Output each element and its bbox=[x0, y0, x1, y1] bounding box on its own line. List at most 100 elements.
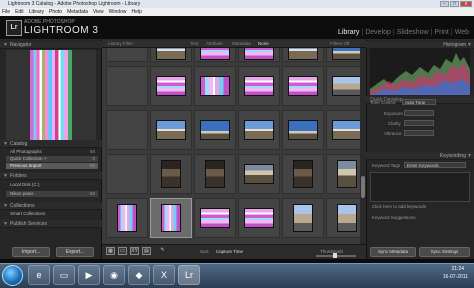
grid-cell[interactable] bbox=[282, 198, 324, 238]
collapse-triangle-icon[interactable]: ▼ bbox=[467, 41, 472, 49]
grid-cell[interactable] bbox=[238, 110, 280, 150]
grid-cell[interactable] bbox=[238, 198, 280, 238]
grid-cell[interactable] bbox=[150, 48, 192, 62]
menu-window[interactable]: Window bbox=[109, 8, 127, 16]
collapse-triangle-icon[interactable]: ▼ bbox=[3, 172, 8, 180]
media-player-icon[interactable]: ▶ bbox=[78, 265, 100, 285]
module-print[interactable]: Print bbox=[433, 29, 449, 36]
collapse-triangle-icon[interactable]: ▼ bbox=[3, 220, 8, 228]
grid-cell[interactable] bbox=[106, 154, 148, 194]
collapse-triangle-icon[interactable]: ▼ bbox=[3, 202, 8, 210]
import-button[interactable]: Import... bbox=[12, 247, 50, 257]
folders-header[interactable]: ▼ Folders bbox=[0, 172, 102, 180]
collapse-triangle-icon[interactable]: ▼ bbox=[3, 41, 8, 49]
module-develop[interactable]: Develop bbox=[364, 29, 392, 36]
start-button[interactable] bbox=[2, 265, 23, 286]
grid-cell[interactable] bbox=[150, 110, 192, 150]
grid-cell[interactable] bbox=[194, 110, 236, 150]
folder-item-nikon[interactable]: Nikon panis 50 bbox=[6, 191, 98, 197]
grid-cell[interactable] bbox=[106, 66, 148, 106]
grid-cell[interactable] bbox=[106, 48, 148, 62]
grid-cell-selected[interactable] bbox=[150, 198, 192, 238]
minimize-button[interactable]: – bbox=[440, 1, 449, 7]
lightroom-task-icon[interactable]: Lr bbox=[178, 265, 200, 285]
add-keywords-hint[interactable]: Click here to add keywords bbox=[372, 204, 426, 209]
grid-cell[interactable] bbox=[106, 110, 148, 150]
ie-icon[interactable]: e bbox=[28, 265, 50, 285]
menu-photo[interactable]: Photo bbox=[49, 8, 62, 16]
filter-text[interactable]: Text bbox=[190, 40, 198, 48]
grid-cell[interactable] bbox=[282, 66, 324, 106]
survey-view-icon[interactable]: ▤ bbox=[142, 247, 151, 255]
folder-item-local-disk[interactable]: Local Disk (C:) bbox=[6, 182, 98, 188]
histogram-header[interactable]: Histogram ▼ bbox=[366, 41, 474, 49]
catalog-item-quick-collection[interactable]: Quick Collection +0 bbox=[6, 156, 98, 162]
sort-dropdown[interactable]: Capture Time bbox=[216, 249, 243, 254]
collapse-triangle-icon[interactable]: ▼ bbox=[3, 140, 8, 148]
compare-view-icon[interactable]: XY bbox=[130, 247, 139, 255]
menu-edit[interactable]: Edit bbox=[15, 8, 24, 16]
auto-tone-button[interactable]: Auto Tone bbox=[402, 99, 436, 105]
maximize-button[interactable]: □ bbox=[450, 1, 459, 7]
module-web[interactable]: Web bbox=[454, 29, 470, 36]
clock-time[interactable]: 21:24 bbox=[451, 266, 464, 272]
grid-cell[interactable] bbox=[326, 48, 360, 62]
filter-preset[interactable]: Filters Off bbox=[330, 40, 349, 48]
close-button[interactable]: x bbox=[460, 1, 472, 7]
grid-cell[interactable] bbox=[326, 110, 360, 150]
thumbnail-slider-knob[interactable] bbox=[333, 253, 337, 258]
filter-attribute[interactable]: Attribute bbox=[206, 40, 223, 48]
keyword-textarea[interactable] bbox=[370, 172, 470, 202]
catalog-item-all-photographs[interactable]: All Photographs 50 bbox=[6, 149, 98, 155]
grid-cell[interactable] bbox=[326, 66, 360, 106]
excel-icon[interactable]: X bbox=[153, 265, 175, 285]
publish-services-header[interactable]: ▼ Publish Services bbox=[0, 220, 102, 228]
grid-cell[interactable] bbox=[150, 154, 192, 194]
module-library[interactable]: Library bbox=[337, 29, 360, 36]
navigator-header[interactable]: ▼ Navigator bbox=[0, 41, 102, 49]
grid-cell[interactable] bbox=[238, 48, 280, 62]
menu-view[interactable]: View bbox=[93, 8, 104, 16]
sync-settings-button[interactable]: Sync Settings bbox=[419, 247, 470, 257]
grid-cell[interactable] bbox=[106, 198, 148, 238]
filter-none[interactable]: None bbox=[258, 40, 269, 48]
grid-view-icon[interactable]: ▦ bbox=[106, 247, 115, 255]
grid-scrollbar-thumb[interactable] bbox=[361, 176, 365, 198]
menu-file[interactable]: File bbox=[2, 8, 10, 16]
grid-cell[interactable] bbox=[150, 66, 192, 106]
grid-cell[interactable] bbox=[282, 154, 324, 194]
chrome-icon[interactable]: ◉ bbox=[103, 265, 125, 285]
menu-help[interactable]: Help bbox=[131, 8, 141, 16]
vibrance-adjust[interactable] bbox=[404, 130, 434, 136]
grid-cell[interactable] bbox=[194, 198, 236, 238]
module-slideshow[interactable]: Slideshow bbox=[396, 29, 430, 36]
menu-metadata[interactable]: Metadata bbox=[67, 8, 88, 16]
collapse-triangle-icon[interactable]: ▼ bbox=[467, 152, 472, 160]
collection-item-smart[interactable]: Smart Collections bbox=[6, 211, 98, 217]
export-button[interactable]: Export... bbox=[56, 247, 94, 257]
app-icon[interactable]: ◆ bbox=[128, 265, 150, 285]
grid-cell[interactable] bbox=[194, 154, 236, 194]
grid-cell[interactable] bbox=[238, 66, 280, 106]
menu-library[interactable]: Library bbox=[29, 8, 44, 16]
painter-icon[interactable]: ✎ bbox=[158, 247, 167, 255]
grid-cell[interactable] bbox=[194, 48, 236, 62]
clock-date[interactable]: 16-07-2011 bbox=[443, 274, 468, 280]
folder-icon[interactable]: ▭ bbox=[53, 265, 75, 285]
filter-metadata[interactable]: Metadata bbox=[232, 40, 251, 48]
catalog-item-previous-import[interactable]: Previous Import 50 bbox=[6, 163, 98, 169]
grid-cell[interactable] bbox=[326, 198, 360, 238]
loupe-view-icon[interactable]: ▭ bbox=[118, 247, 127, 255]
keyword-mode-dropdown[interactable]: Enter Keywords bbox=[404, 162, 466, 168]
collections-header[interactable]: ▼ Collections bbox=[0, 202, 102, 210]
sync-metadata-button[interactable]: Sync Metadata bbox=[370, 247, 416, 257]
keywording-header[interactable]: Keywording ▼ bbox=[366, 152, 474, 160]
grid-cell[interactable] bbox=[326, 154, 360, 194]
grid-cell[interactable] bbox=[194, 66, 236, 106]
grid-cell[interactable] bbox=[282, 48, 324, 62]
clarity-adjust[interactable] bbox=[404, 120, 434, 126]
exposure-adjust[interactable] bbox=[404, 110, 434, 116]
catalog-header[interactable]: ▼ Catalog bbox=[0, 140, 102, 148]
grid-cell[interactable] bbox=[282, 110, 324, 150]
grid-cell[interactable] bbox=[238, 154, 280, 194]
